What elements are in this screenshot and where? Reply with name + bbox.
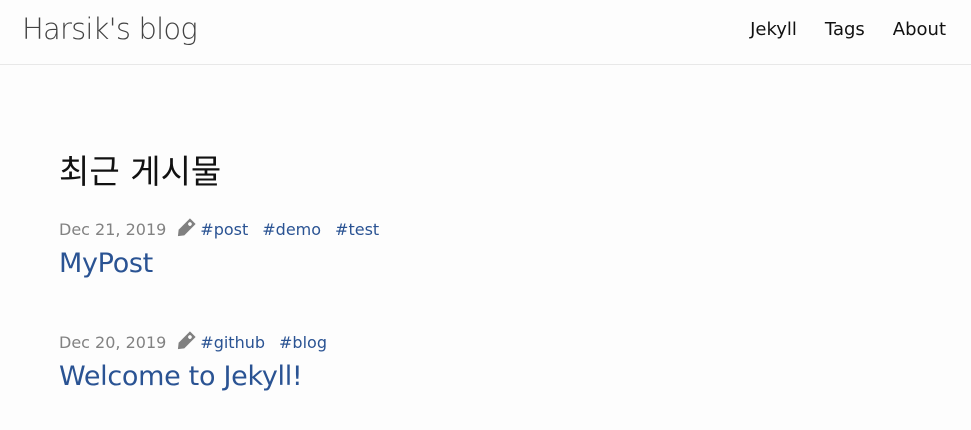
post-list-item: Dec 21, 2019 #post #demo #test MyPost (59, 215, 393, 279)
post-list-item: Dec 20, 2019 #github #blog Welcome to Je… (59, 328, 341, 392)
site-header: Harsik's blog Jekyll Tags About (0, 0, 971, 65)
post-date: Dec 21, 2019 (59, 219, 167, 239)
tag-link-demo[interactable]: #demo (262, 220, 321, 239)
site-title-link[interactable]: Harsik's blog (22, 12, 198, 46)
tag-icon (172, 328, 198, 356)
tag-link-test[interactable]: #test (335, 220, 379, 239)
post-list-heading: 최근 게시물 (59, 152, 222, 191)
post-meta: Dec 21, 2019 #post #demo #test (59, 215, 393, 243)
tag-link-github[interactable]: #github (200, 333, 265, 352)
post-title-link[interactable]: MyPost (59, 248, 393, 279)
nav-item-about[interactable]: About (893, 19, 946, 40)
post-meta: Dec 20, 2019 #github #blog (59, 328, 341, 356)
nav-item-jekyll[interactable]: Jekyll (750, 19, 797, 40)
tag-link-post[interactable]: #post (200, 220, 248, 239)
post-date: Dec 20, 2019 (59, 332, 167, 352)
nav-item-tags[interactable]: Tags (825, 19, 865, 40)
post-title-link[interactable]: Welcome to Jekyll! (59, 361, 341, 392)
tag-link-blog[interactable]: #blog (279, 333, 327, 352)
tag-icon (172, 215, 198, 243)
site-nav: Jekyll Tags About (750, 19, 946, 40)
